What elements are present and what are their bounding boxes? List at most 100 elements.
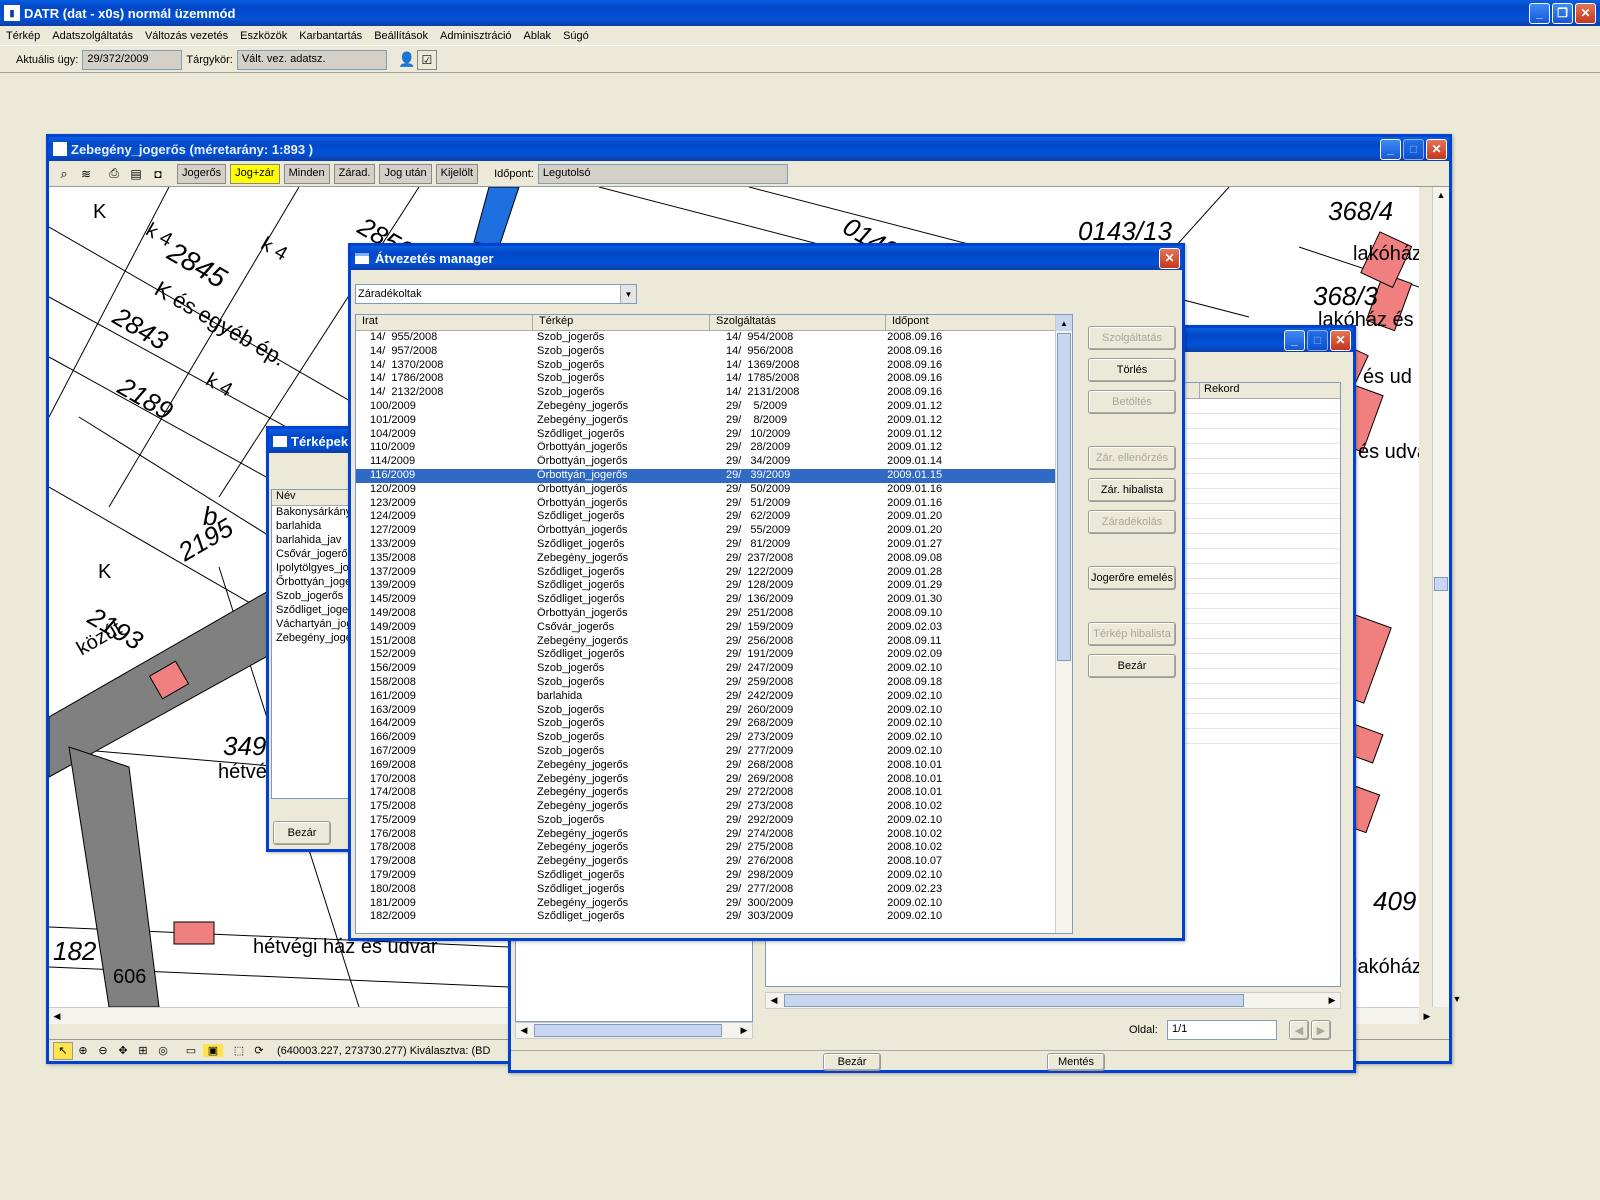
- table-row[interactable]: 178/2008 Zebegény_jogerős 29/ 275/2008 2008…: [356, 841, 1056, 855]
- scroll-thumb[interactable]: [784, 994, 1244, 1007]
- table-row[interactable]: 100/2009 Zebegény_jogerős 29/ 5/2009 2009.0…: [356, 400, 1056, 414]
- menu-item-3[interactable]: Eszközök: [240, 30, 287, 42]
- close-icon[interactable]: ✕: [1330, 329, 1351, 351]
- layers-icon[interactable]: ≋: [75, 167, 97, 181]
- table-row[interactable]: 161/2009 barlahida 29/ 242/2009 2009.02.10: [356, 690, 1056, 704]
- user-case-icon[interactable]: 👤: [397, 50, 417, 70]
- table-row[interactable]: 163/2009 Szob_jogerős 29/ 260/2009 2009.02.…: [356, 704, 1056, 718]
- pan-icon[interactable]: ✥: [113, 1044, 133, 1057]
- table-row[interactable]: 139/2009 Sződliget_jogerős 29/ 128/2009 200…: [356, 579, 1056, 593]
- manager-button-7[interactable]: Térkép hibalista: [1088, 622, 1176, 646]
- targykor-field[interactable]: Vált. vez. adatsz.: [236, 49, 387, 70]
- scroll-right-icon[interactable]: ▶: [1419, 1008, 1435, 1024]
- measure-icon[interactable]: ▭: [179, 1044, 203, 1057]
- minimize-icon[interactable]: _: [1284, 329, 1305, 351]
- table-row[interactable]: 149/2008 Őrbottyán_jogerős 29/ 251/2008 200…: [356, 607, 1056, 621]
- print-icon[interactable]: ⎙: [103, 166, 125, 181]
- table-row[interactable]: 137/2009 Sződliget_jogerős 29/ 122/2009 200…: [356, 566, 1056, 580]
- aktualis-field[interactable]: 29/372/2009: [82, 49, 183, 70]
- scroll-left-icon[interactable]: ◀: [49, 1008, 65, 1024]
- scroll-down-icon[interactable]: ▼: [1449, 991, 1465, 1007]
- table-row[interactable]: 176/2008 Zebegény_jogerős 29/ 274/2008 2008…: [356, 828, 1056, 842]
- zoom-extent-icon[interactable]: ⊞: [133, 1044, 153, 1057]
- table-row[interactable]: 180/2008 Sződliget_jogerős 29/ 277/2008 200…: [356, 883, 1056, 897]
- table-row[interactable]: 127/2009 Őrbottyán_jogerős 29/ 55/2009 2009…: [356, 524, 1056, 538]
- filter-dropdown[interactable]: Záradékoltak ▼: [355, 284, 637, 304]
- table-row[interactable]: 14/ 2132/2008 Szob_jogerős 14/ 2131/2008 20…: [356, 386, 1056, 400]
- table-row[interactable]: 156/2009 Szob_jogerős 29/ 247/2009 2009.02.…: [356, 662, 1056, 676]
- manager-button-6[interactable]: Jogerőre emelés: [1088, 566, 1176, 590]
- manager-vscrollbar[interactable]: ▲ ▼: [1055, 315, 1072, 933]
- save-button[interactable]: Mentés: [1047, 1053, 1105, 1071]
- table-row[interactable]: 124/2009 Sződliget_jogerős 29/ 62/2009 2009…: [356, 510, 1056, 524]
- table-row[interactable]: 181/2009 Zebegény_jogerős 29/ 300/2009 2009…: [356, 897, 1056, 911]
- menu-item-5[interactable]: Beállítások: [374, 30, 428, 42]
- scroll-left-icon[interactable]: ◀: [766, 993, 782, 1008]
- table-row[interactable]: 179/2009 Sződliget_jogerős 29/ 298/2009 200…: [356, 869, 1056, 883]
- table-row[interactable]: 166/2009 Szob_jogerős 29/ 273/2009 2009.02.…: [356, 731, 1056, 745]
- manager-button-4[interactable]: Zár. hibalista: [1088, 478, 1176, 502]
- table-row[interactable]: 149/2009 Csővár_jogerős 29/ 159/2009 2009.0…: [356, 621, 1056, 635]
- search-icon[interactable]: ⌕: [53, 166, 75, 182]
- minimize-icon[interactable]: _: [1529, 2, 1550, 24]
- scroll-left-icon[interactable]: ◀: [516, 1023, 532, 1038]
- menu-item-7[interactable]: Ablak: [524, 30, 552, 42]
- manager-button-5[interactable]: Záradékolás: [1088, 510, 1176, 534]
- table-row[interactable]: 123/2009 Őrbottyán_jogerős 29/ 51/2009 2009…: [356, 497, 1056, 511]
- minimize-icon[interactable]: _: [1380, 138, 1401, 160]
- select-tool-icon[interactable]: ▣: [203, 1044, 223, 1057]
- terkepek-close-button[interactable]: Bezár: [273, 821, 331, 845]
- menu-item-1[interactable]: Adatszolgáltatás: [52, 30, 133, 42]
- manager-button-8[interactable]: Bezár: [1088, 654, 1176, 678]
- table-row[interactable]: 145/2009 Sződliget_jogerős 29/ 136/2009 200…: [356, 593, 1056, 607]
- scroll-up-icon[interactable]: ▲: [1056, 315, 1072, 331]
- zoom-out-icon[interactable]: ⊖: [93, 1044, 113, 1057]
- table-row[interactable]: 135/2008 Zebegény_jogerős 29/ 237/2008 2008…: [356, 552, 1056, 566]
- manager-button-1[interactable]: Törlés: [1088, 358, 1176, 382]
- table-row[interactable]: 14/ 1786/2008 Szob_jogerős 14/ 1785/2008 20…: [356, 372, 1056, 386]
- pointer-icon[interactable]: ↖: [53, 1041, 73, 1060]
- filter-button-1[interactable]: Jog+zár: [230, 163, 280, 184]
- table-row[interactable]: 158/2008 Szob_jogerős 29/ 259/2008 2008.09.…: [356, 676, 1056, 690]
- checklist-icon[interactable]: ☑: [416, 49, 437, 70]
- scroll-up-icon[interactable]: ▲: [1433, 187, 1449, 203]
- map-vscrollbar[interactable]: ▲ ▼: [1432, 187, 1461, 1007]
- table-row[interactable]: 164/2009 Szob_jogerős 29/ 268/2009 2009.02.…: [356, 717, 1056, 731]
- menu-item-2[interactable]: Változás vezetés: [145, 30, 228, 42]
- col-idopont[interactable]: Időpont: [886, 315, 1062, 330]
- table-row[interactable]: 167/2009 Szob_jogerős 29/ 277/2009 2009.02.…: [356, 745, 1056, 759]
- table-row[interactable]: 120/2009 Őrbottyán_jogerős 29/ 50/2009 2009…: [356, 483, 1056, 497]
- manager-button-2[interactable]: Betöltés: [1088, 390, 1176, 414]
- menu-item-4[interactable]: Karbantartás: [299, 30, 362, 42]
- table-row[interactable]: 170/2008 Zebegény_jogerős 29/ 269/2008 2008…: [356, 773, 1056, 787]
- next-page-button[interactable]: ▶: [1311, 1020, 1331, 1040]
- idopont-field[interactable]: Legutolsó: [537, 163, 788, 184]
- scroll-right-icon[interactable]: ▶: [1324, 993, 1340, 1008]
- filter-button-0[interactable]: Jogerős: [177, 163, 227, 184]
- table-row[interactable]: 182/2009 Sződliget_jogerős 29/ 303/2009 200…: [356, 910, 1056, 924]
- scroll-right-icon[interactable]: ▶: [736, 1023, 752, 1038]
- table-row[interactable]: 133/2009 Sződliget_jogerős 29/ 81/2009 2009…: [356, 538, 1056, 552]
- back-close-button[interactable]: Bezár: [823, 1053, 881, 1071]
- table-row[interactable]: 114/2009 Őrbottyán_jogerős 29/ 34/2009 2009…: [356, 455, 1056, 469]
- table-row[interactable]: 14/ 957/2008 Szob_jogerős 14/ 956/2008 2008…: [356, 345, 1056, 359]
- scroll-thumb[interactable]: [1057, 333, 1071, 661]
- table-row[interactable]: 101/2009 Zebegény_jogerős 29/ 8/2009 2009.0…: [356, 414, 1056, 428]
- table-row[interactable]: 175/2009 Szob_jogerős 29/ 292/2009 2009.02.…: [356, 814, 1056, 828]
- close-icon[interactable]: ✕: [1159, 247, 1180, 269]
- table-row[interactable]: 104/2009 Sződliget_jogerős 29/ 10/2009 2009…: [356, 428, 1056, 442]
- table-row[interactable]: 179/2008 Zebegény_jogerős 29/ 276/2008 2008…: [356, 855, 1056, 869]
- menu-item-8[interactable]: Súgó: [563, 30, 589, 42]
- restore-icon[interactable]: ❐: [1552, 2, 1573, 24]
- table-row[interactable]: 14/ 955/2008 Szob_jogerős 14/ 954/2008 2008…: [356, 331, 1056, 345]
- filter-button-3[interactable]: Zárad.: [333, 163, 376, 184]
- back-left-hscroll[interactable]: ◀ ▶: [515, 1022, 753, 1039]
- col-terkep[interactable]: Térkép: [533, 315, 710, 330]
- zoom-in-icon[interactable]: ⊕: [73, 1044, 93, 1057]
- filter-button-2[interactable]: Minden: [283, 163, 330, 184]
- table-row[interactable]: 110/2009 Őrbottyán_jogerős 29/ 28/2009 2009…: [356, 441, 1056, 455]
- chevron-down-icon[interactable]: ▼: [620, 285, 636, 303]
- rekord-col-header[interactable]: Rekord: [1200, 383, 1340, 398]
- camera-icon[interactable]: ◘: [147, 167, 169, 181]
- col-szolgaltatas[interactable]: Szolgáltatás: [710, 315, 886, 330]
